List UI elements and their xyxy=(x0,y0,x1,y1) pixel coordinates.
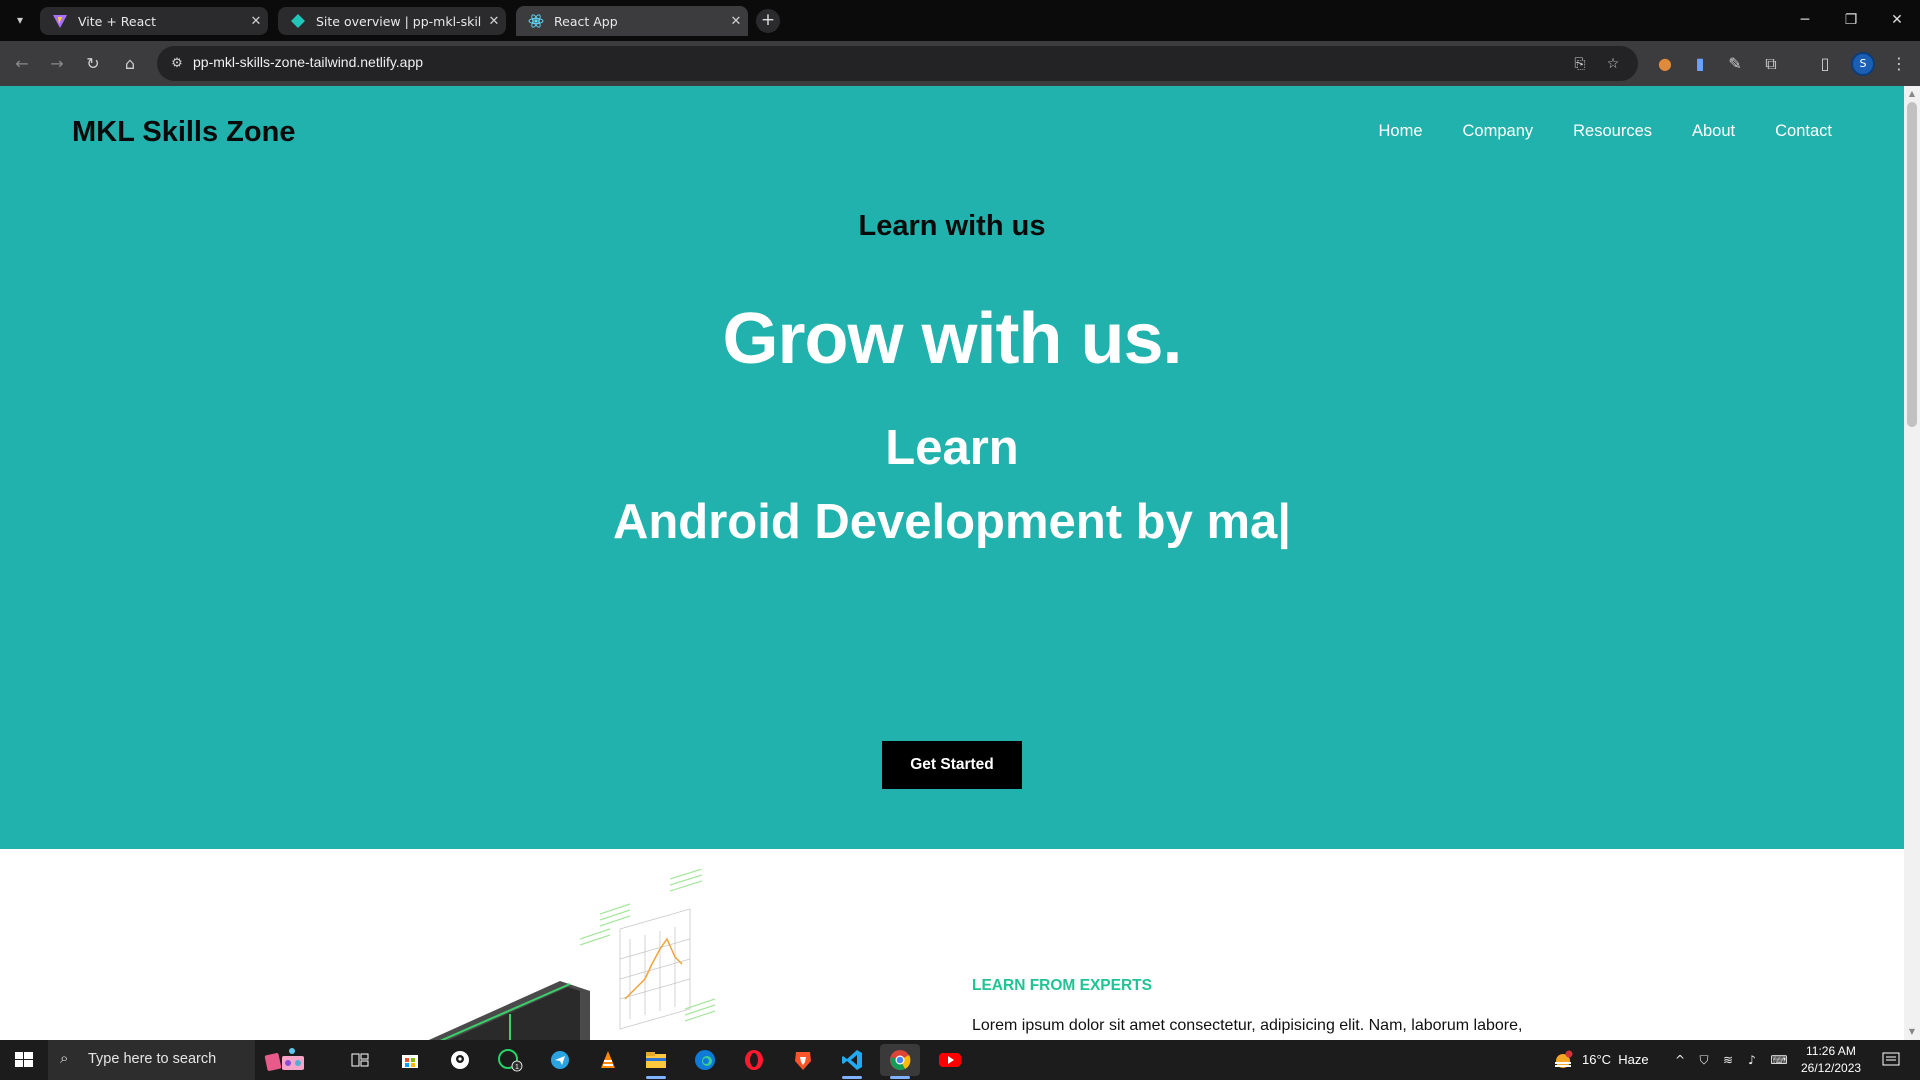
show-hidden-icons-chevron-icon[interactable]: ^ xyxy=(1672,1052,1688,1068)
page-scrollbar[interactable]: ▲ ▼ xyxy=(1904,86,1920,1040)
windows-logo-icon xyxy=(15,1052,33,1067)
weather-icon[interactable] xyxy=(1552,1050,1574,1070)
youtube-icon[interactable] xyxy=(930,1044,970,1076)
nav-resources[interactable]: Resources xyxy=(1573,122,1652,141)
wifi-icon[interactable]: ≋ xyxy=(1720,1052,1736,1068)
search-highlight-icon[interactable] xyxy=(255,1044,315,1076)
microsoft-store-icon[interactable] xyxy=(390,1044,430,1076)
profile-avatar[interactable]: S xyxy=(1851,52,1875,76)
taskbar-search-box[interactable]: ⌕ Type here to search xyxy=(48,1040,255,1080)
nav-about[interactable]: About xyxy=(1692,122,1735,141)
whatsapp-badge-count: 1 xyxy=(515,1064,519,1071)
brave-icon[interactable] xyxy=(783,1044,823,1076)
react-icon xyxy=(528,14,544,28)
search-placeholder: Type here to search xyxy=(88,1051,217,1067)
edge-icon[interactable] xyxy=(685,1044,725,1076)
bookmark-star-icon[interactable]: ☆ xyxy=(1603,54,1623,74)
vite-icon xyxy=(53,15,67,28)
side-panel-icon[interactable]: ▯ xyxy=(1812,51,1838,77)
menu-kebab-icon[interactable]: ⋮ xyxy=(1886,51,1912,77)
start-button[interactable] xyxy=(0,1040,48,1080)
vscode-icon[interactable] xyxy=(832,1044,872,1079)
task-view-icon[interactable] xyxy=(340,1044,380,1076)
close-tab-icon[interactable]: ✕ xyxy=(244,14,268,29)
hero-typed-text: Android Development by ma| xyxy=(612,495,1292,549)
back-button[interactable]: ← xyxy=(9,51,35,77)
minimize-button[interactable]: ─ xyxy=(1782,0,1828,41)
tab-site-overview[interactable]: Site overview | pp-mkl-skills-zo ✕ xyxy=(278,7,506,35)
hero-headline: Grow with us. xyxy=(722,299,1182,379)
security-shield-icon[interactable]: ⛉ xyxy=(1696,1052,1712,1068)
hero-learn-label: Learn xyxy=(885,421,1019,475)
hero-section: MKL Skills Zone Home Company Resources A… xyxy=(0,86,1904,849)
page-viewport: MKL Skills Zone Home Company Resources A… xyxy=(0,86,1904,1040)
scroll-up-arrow-icon[interactable]: ▲ xyxy=(1904,86,1920,102)
tab-title: React App xyxy=(554,13,618,29)
section-kicker: LEARN FROM EXPERTS xyxy=(972,977,1152,994)
browser-tab-strip: ▾ Vite + React ✕ Site overview | pp-mkl-… xyxy=(0,0,1920,41)
section-paragraph: Lorem ipsum dolor sit amet consectetur, … xyxy=(972,1017,1523,1034)
hero-eyebrow: Learn with us xyxy=(858,210,1046,242)
site-info-icon[interactable]: ⚙ xyxy=(167,54,187,74)
restore-button[interactable]: ❐ xyxy=(1828,0,1874,41)
scrollbar-thumb[interactable] xyxy=(1907,102,1917,427)
search-icon: ⌕ xyxy=(60,1050,69,1067)
cookie-extension-icon[interactable]: ● xyxy=(1652,51,1678,77)
weather-text[interactable]: 16°C Haze xyxy=(1582,1052,1649,1067)
url-text[interactable]: pp-mkl-skills-zone-tailwind.netlify.app xyxy=(193,54,423,70)
netlify-icon xyxy=(291,14,305,28)
main-nav: Home Company Resources About Contact xyxy=(1378,122,1832,141)
tab-search-button[interactable]: ▾ xyxy=(8,8,32,32)
opera-icon[interactable] xyxy=(734,1044,774,1076)
search-highlight-art xyxy=(264,1048,304,1071)
close-tab-icon[interactable]: ✕ xyxy=(482,14,506,29)
windows-taskbar: ⌕ Type here to search 1 16°C Haze ^ ⛉ ≋ … xyxy=(0,1040,1920,1080)
color-picker-extension-icon[interactable]: ✎ xyxy=(1722,51,1748,77)
address-bar[interactable]: ⚙ pp-mkl-skills-zone-tailwind.netlify.ap… xyxy=(157,46,1638,81)
experts-section: LEARN FROM EXPERTS Lorem ipsum dolor sit… xyxy=(0,849,1904,1040)
new-tab-button[interactable]: + xyxy=(756,9,780,33)
chrome-icon[interactable] xyxy=(880,1044,920,1079)
tab-react-app[interactable]: React App ✕ xyxy=(516,6,748,36)
keyboard-icon[interactable]: ⌨ xyxy=(1768,1052,1790,1068)
home-button[interactable]: ⌂ xyxy=(117,51,143,77)
tab-title: Vite + React xyxy=(78,13,157,29)
reload-button[interactable]: ↻ xyxy=(80,51,106,77)
analytics-illustration xyxy=(428,869,716,1040)
browser-toolbar: ← → ↻ ⌂ ⚙ pp-mkl-skills-zone-tailwind.ne… xyxy=(0,41,1920,86)
close-window-button[interactable]: ✕ xyxy=(1874,0,1920,41)
get-started-button[interactable]: Get Started xyxy=(882,741,1022,789)
nav-home[interactable]: Home xyxy=(1378,122,1422,141)
scroll-down-arrow-icon[interactable]: ▼ xyxy=(1904,1024,1920,1040)
clock-date[interactable]: 26/12/2023 xyxy=(1801,1061,1861,1075)
notification-center-icon[interactable] xyxy=(1880,1052,1902,1068)
extensions-puzzle-icon[interactable]: ⧉ xyxy=(1758,51,1784,77)
forward-button[interactable]: → xyxy=(44,51,70,77)
docs-extension-icon[interactable]: ▮ xyxy=(1687,51,1713,77)
vlc-icon[interactable] xyxy=(588,1044,628,1076)
tab-title: Site overview | pp-mkl-skills-zo xyxy=(316,13,482,29)
telegram-icon[interactable] xyxy=(540,1044,580,1076)
close-tab-icon[interactable]: ✕ xyxy=(724,14,748,29)
tab-vite-react[interactable]: Vite + React ✕ xyxy=(40,7,268,35)
site-brand[interactable]: MKL Skills Zone xyxy=(72,116,295,149)
install-app-icon[interactable]: ⎘ xyxy=(1570,54,1590,74)
nav-contact[interactable]: Contact xyxy=(1775,122,1832,141)
clock-time[interactable]: 11:26 AM xyxy=(1806,1044,1856,1058)
maps-icon[interactable] xyxy=(440,1044,480,1076)
volume-icon[interactable]: ♪ xyxy=(1744,1052,1760,1068)
whatsapp-icon[interactable]: 1 xyxy=(490,1044,530,1076)
nav-company[interactable]: Company xyxy=(1463,122,1534,141)
file-explorer-icon[interactable] xyxy=(636,1044,676,1079)
